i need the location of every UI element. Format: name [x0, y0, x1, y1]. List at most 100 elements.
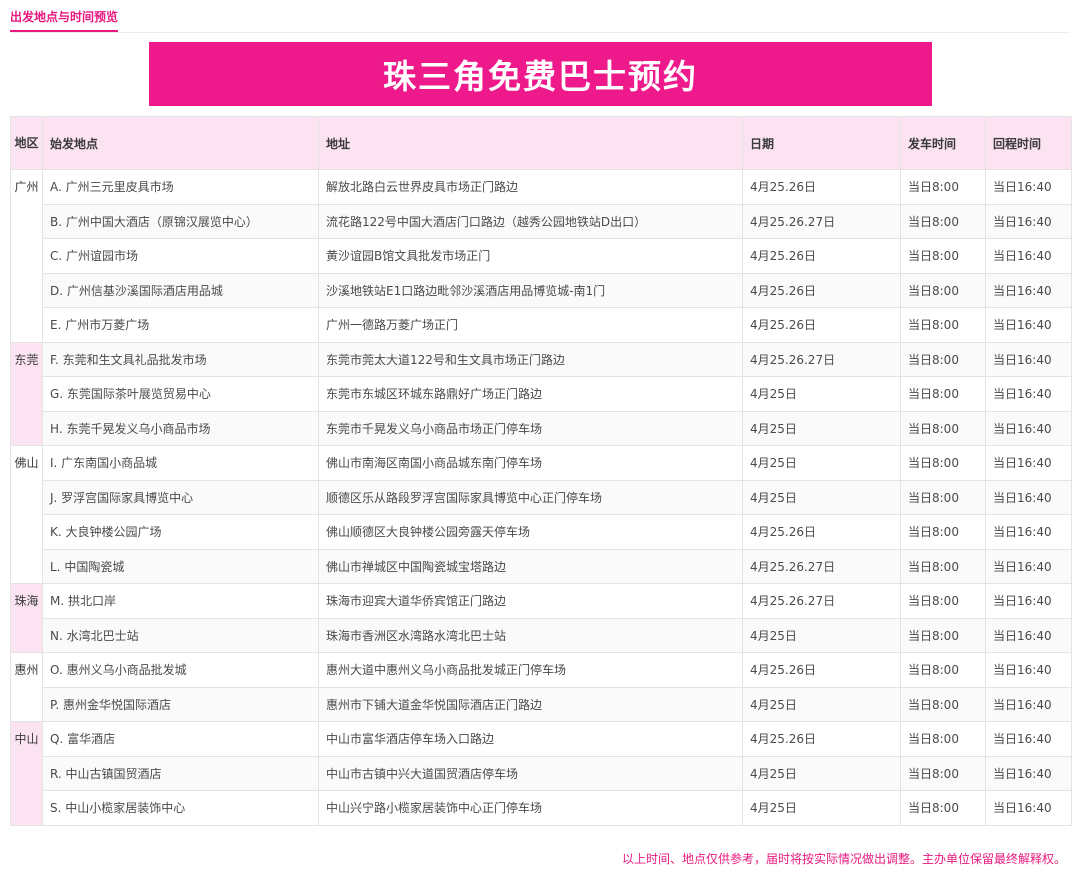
- origin-cell: H. 东莞千晃发义乌小商品市场: [42, 410, 319, 446]
- return-cell: 当日16:40: [985, 238, 1072, 274]
- table-row: 惠州 O. 惠州义乌小商品批发城 惠州大道中惠州义乌小商品批发城正门停车场 4月25.…: [10, 652, 1072, 722]
- address-cell: 流花路122号中国大酒店门口路边（越秀公园地铁站D出口）: [318, 203, 743, 239]
- table-row: B. 广州中国大酒店（原锦汉展览中心） 流花路122号中国大酒店门口路边（越秀公园…: [11, 203, 1072, 239]
- table-row: G. 东莞国际茶叶展览贸易中心 东莞市东城区环城东路鼎好广场正门路边 4月25日 当日…: [11, 376, 1072, 412]
- return-cell: 当日16:40: [985, 376, 1072, 412]
- date-cell: 4月25日: [742, 755, 901, 791]
- return-cell: 当日16:40: [985, 583, 1072, 619]
- return-cell: 当日16:40: [985, 617, 1072, 653]
- depart-cell: 当日8:00: [900, 514, 986, 550]
- return-cell: 当日16:40: [985, 514, 1072, 550]
- table-row: C. 广州谊园市场 黄沙谊园B馆文具批发市场正门 4月25.26日 当日8:00 当日1…: [11, 238, 1072, 274]
- table-row: R. 中山古镇国贸酒店 中山市古镇中兴大道国贸酒店停车场 4月25日 当日8:00 当日…: [11, 755, 1072, 791]
- return-cell: 当日16:40: [985, 410, 1072, 446]
- address-cell: 惠州市下铺大道金华悦国际酒店正门路边: [318, 686, 743, 722]
- table-row: S. 中山小榄家居装饰中心 中山兴宁路小榄家居装饰中心正门停车场 4月25日 当日8:…: [11, 790, 1072, 826]
- table-row: E. 广州市万菱广场 广州一德路万菱广场正门 4月25.26日 当日8:00 当日16:…: [11, 307, 1072, 343]
- date-cell: 4月25.26日: [742, 238, 901, 274]
- table-row: L. 中国陶瓷城 佛山市禅城区中国陶瓷城宝塔路边 4月25.26.27日 当日8:00…: [11, 548, 1072, 584]
- table-row: K. 大良钟楼公园广场 佛山顺德区大良钟楼公园旁露天停车场 4月25.26日 当日8:…: [11, 514, 1072, 550]
- table-row: D. 广州信基沙溪国际酒店用品城 沙溪地铁站E1口路边毗邻沙溪酒店用品博览城-南1…: [11, 272, 1072, 308]
- date-cell: 4月25.26.27日: [742, 203, 901, 239]
- origin-cell: M. 拱北口岸: [42, 583, 319, 619]
- origin-cell: D. 广州信基沙溪国际酒店用品城: [42, 272, 319, 308]
- origin-cell: N. 水湾北巴士站: [42, 617, 319, 653]
- date-cell: 4月25.26日: [742, 169, 901, 205]
- return-cell: 当日16:40: [985, 307, 1072, 343]
- address-cell: 东莞市千晃发义乌小商品市场正门停车场: [318, 410, 743, 446]
- return-cell: 当日16:40: [985, 272, 1072, 308]
- address-cell: 中山兴宁路小榄家居装饰中心正门停车场: [318, 790, 743, 826]
- banner: 珠三角免费巴士预约: [149, 42, 932, 106]
- header-origin: 始发地点: [42, 116, 319, 170]
- depart-cell: 当日8:00: [900, 721, 986, 757]
- address-cell: 沙溪地铁站E1口路边毗邻沙溪酒店用品博览城-南1门: [318, 272, 743, 308]
- depart-cell: 当日8:00: [900, 548, 986, 584]
- date-cell: 4月25.26日: [742, 514, 901, 550]
- table-row: 中山 Q. 富华酒店 中山市富华酒店停车场入口路边 4月25.26日 当日8:00 当日1…: [10, 721, 1072, 826]
- date-cell: 4月25.26日: [742, 652, 901, 688]
- depart-cell: 当日8:00: [900, 479, 986, 515]
- header-region: 地区: [10, 116, 43, 170]
- origin-cell: G. 东莞国际茶叶展览贸易中心: [42, 376, 319, 412]
- depart-cell: 当日8:00: [900, 790, 986, 826]
- date-cell: 4月25日: [742, 617, 901, 653]
- table-row: 珠海 M. 拱北口岸 珠海市迎宾大道华侨宾馆正门路边 4月25.26.27日 当日8:0…: [10, 583, 1072, 653]
- date-cell: 4月25日: [742, 376, 901, 412]
- depart-cell: 当日8:00: [900, 755, 986, 791]
- origin-cell: P. 惠州金华悦国际酒店: [42, 686, 319, 722]
- return-cell: 当日16:40: [985, 341, 1072, 377]
- depart-cell: 当日8:00: [900, 169, 986, 205]
- date-cell: 4月25日: [742, 686, 901, 722]
- schedule-table: 地区 始发地点 地址 日期 发车时间 回程时间 广州 A. 广州三元里皮具市场 解放…: [10, 116, 1072, 826]
- return-cell: 当日16:40: [985, 169, 1072, 205]
- origin-cell: A. 广州三元里皮具市场: [42, 169, 319, 205]
- table-row: J. 罗浮宫国际家具博览中心 顺德区乐从路段罗浮宫国际家具博览中心正门停车场 4月2…: [11, 479, 1072, 515]
- date-cell: 4月25.26.27日: [742, 583, 901, 619]
- schedule-body: 广州 A. 广州三元里皮具市场 解放北路白云世界皮具市场正门路边 4月25.26日 当日…: [10, 169, 1072, 826]
- banner-title: 珠三角免费巴士预约: [383, 57, 698, 96]
- depart-cell: 当日8:00: [900, 583, 986, 619]
- table-row: N. 水湾北巴士站 珠海市香洲区水湾路水湾北巴士站 4月25日 当日8:00 当日16:…: [11, 617, 1072, 653]
- address-cell: 珠海市香洲区水湾路水湾北巴士站: [318, 617, 743, 653]
- region-cell: 惠州: [10, 652, 43, 722]
- address-cell: 顺德区乐从路段罗浮宫国际家具博览中心正门停车场: [318, 479, 743, 515]
- origin-cell: L. 中国陶瓷城: [42, 548, 319, 584]
- return-cell: 当日16:40: [985, 445, 1072, 481]
- table-row: 东莞 F. 东莞和生文具礼品批发市场 东莞市莞太大道122号和生文具市场正门路边 4月…: [10, 341, 1072, 446]
- region-cell: 中山: [10, 721, 43, 826]
- region-cell: 珠海: [10, 583, 43, 653]
- tab-departure-preview[interactable]: 出发地点与时间预览: [10, 8, 119, 32]
- depart-cell: 当日8:00: [900, 617, 986, 653]
- tab-bar: 出发地点与时间预览: [10, 0, 1070, 33]
- depart-cell: 当日8:00: [900, 238, 986, 274]
- address-cell: 中山市富华酒店停车场入口路边: [318, 721, 743, 757]
- depart-cell: 当日8:00: [900, 376, 986, 412]
- region-cell: 广州: [10, 169, 43, 343]
- header-return: 回程时间: [985, 116, 1072, 170]
- origin-cell: I. 广东南国小商品城: [42, 445, 319, 481]
- header-address: 地址: [318, 116, 743, 170]
- address-cell: 东莞市莞太大道122号和生文具市场正门路边: [318, 341, 743, 377]
- footer-note: 以上时间、地点仅供参考，届时将按实际情况做出调整。主办单位保留最终解释权。: [621, 852, 1066, 866]
- return-cell: 当日16:40: [985, 548, 1072, 584]
- origin-cell: B. 广州中国大酒店（原锦汉展览中心）: [42, 203, 319, 239]
- return-cell: 当日16:40: [985, 721, 1072, 757]
- origin-cell: E. 广州市万菱广场: [42, 307, 319, 343]
- address-cell: 黄沙谊园B馆文具批发市场正门: [318, 238, 743, 274]
- date-cell: 4月25.26日: [742, 272, 901, 308]
- return-cell: 当日16:40: [985, 203, 1072, 239]
- region-cell: 东莞: [10, 341, 43, 446]
- origin-cell: J. 罗浮宫国际家具博览中心: [42, 479, 319, 515]
- depart-cell: 当日8:00: [900, 445, 986, 481]
- date-cell: 4月25日: [742, 410, 901, 446]
- table-header-row: 地区 始发地点 地址 日期 发车时间 回程时间: [10, 116, 1072, 170]
- return-cell: 当日16:40: [985, 790, 1072, 826]
- date-cell: 4月25.26.27日: [742, 548, 901, 584]
- address-cell: 佛山市禅城区中国陶瓷城宝塔路边: [318, 548, 743, 584]
- table-row: 广州 A. 广州三元里皮具市场 解放北路白云世界皮具市场正门路边 4月25.26日 当日…: [10, 169, 1072, 343]
- origin-cell: R. 中山古镇国贸酒店: [42, 755, 319, 791]
- header-depart: 发车时间: [900, 116, 986, 170]
- return-cell: 当日16:40: [985, 652, 1072, 688]
- header-date: 日期: [742, 116, 901, 170]
